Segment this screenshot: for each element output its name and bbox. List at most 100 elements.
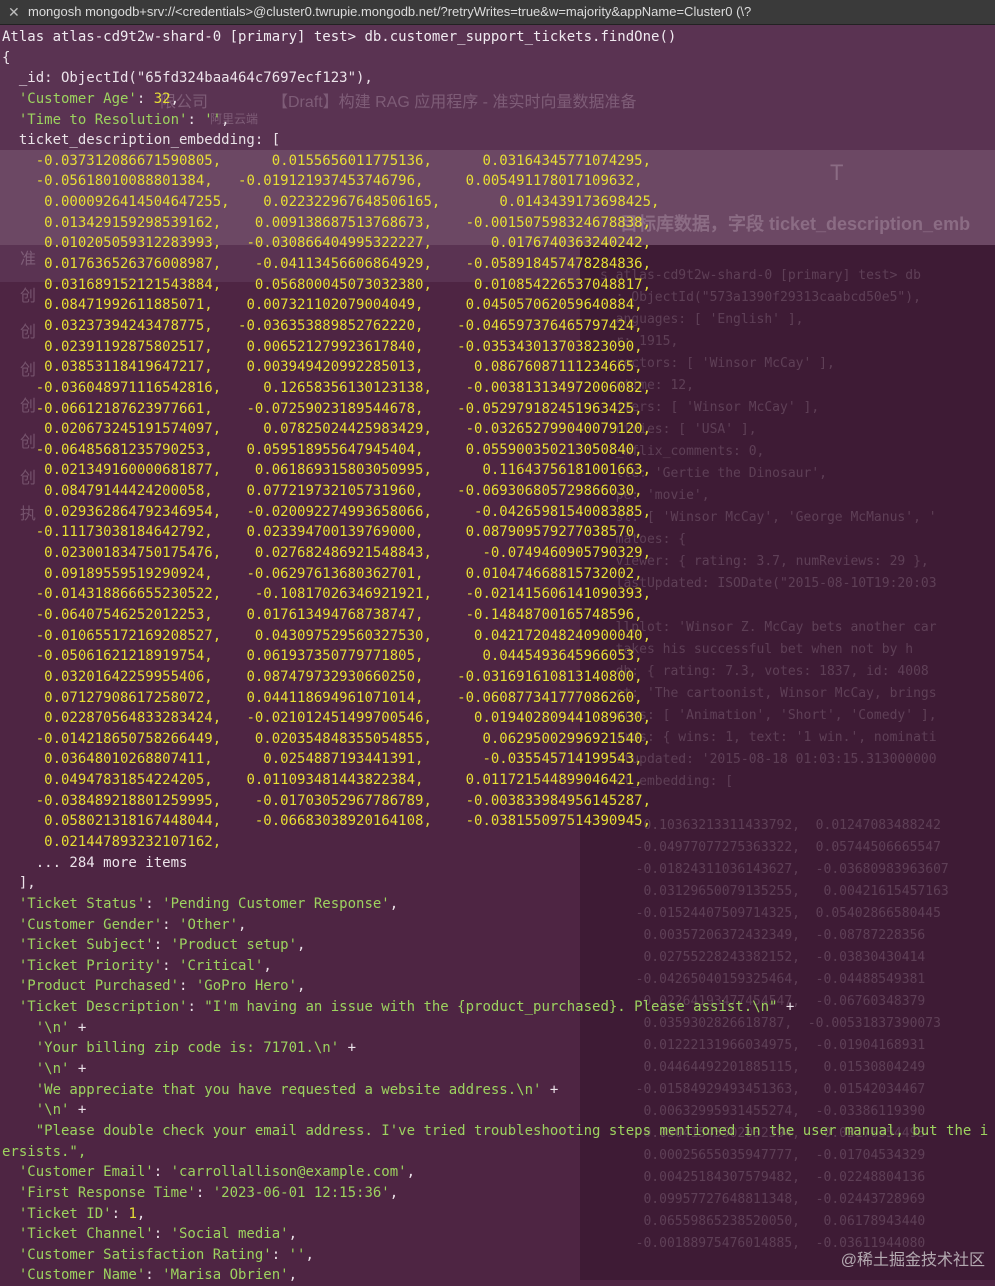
embedding-value: 0.061869315803050995, — [221, 462, 432, 479]
embedding-value: 0.031689152121543884, — [35, 276, 222, 293]
close-icon[interactable]: ✕ — [8, 0, 20, 24]
embedding-key: ticket_description_embedding — [18, 132, 255, 149]
colon: : — [187, 111, 205, 128]
embedding-value: -0.036048971116542816, — [35, 379, 222, 396]
description-line: 'Ticket Description': "I'm having an iss… — [2, 997, 995, 1018]
embedding-row: 0.0000926414504647255, 0.022322967648506… — [2, 192, 995, 213]
embedding-value: -0.037312086671590805, — [35, 152, 222, 169]
embedding-value: -0.060877341777086260, — [423, 689, 643, 706]
embedding-value: 0.006521279923617840, — [212, 338, 424, 355]
embedding-value: 0.003949420992285013, — [212, 359, 424, 376]
comma: , — [238, 916, 247, 933]
embedding-value: -0.031691610813140800, — [423, 668, 643, 685]
window-title: mongosh mongodb+srv://<credentials>@clus… — [28, 4, 752, 19]
embedding-value: 0.03201642259955406, — [35, 668, 213, 685]
embedding-row: 0.07127908617258072, 0.04411869496107101… — [2, 688, 995, 709]
field-value: 'Social media' — [170, 1226, 289, 1243]
field-key: 'Customer Email' — [18, 1164, 154, 1181]
field-fields_bottom-3: 'Ticket Channel': 'Social media', — [2, 1224, 995, 1245]
colon: : — [153, 937, 171, 954]
description-line: "Please double check your email address.… — [2, 1121, 995, 1142]
field-key: 'First Response Time' — [18, 1184, 196, 1201]
description-part: '\n' — [35, 1019, 70, 1036]
embedding-value: -0.14848700165748596, — [423, 606, 643, 623]
embedding-value: 0.03853118419647217, — [35, 359, 213, 376]
embedding-value: 0.056800045073032380, — [221, 276, 432, 293]
embedding-row: 0.058021318167448044, -0.066830389201641… — [2, 811, 995, 832]
colon: : — [111, 1205, 129, 1222]
embedding-value: 0.017613494768738747, — [212, 606, 424, 623]
embedding-value: 0.04947831854224205, — [35, 772, 213, 789]
embedding-value: -0.06407546252012253, — [35, 606, 213, 623]
field-fields_mid-4: 'Product Purchased': 'GoPro Hero', — [2, 976, 995, 997]
embedding-value: 0.029362864792346954, — [35, 503, 222, 520]
embedding-row: 0.03237394243478775, -0.0363538898527622… — [2, 316, 995, 337]
embedding-value: -0.021012451499700546, — [221, 710, 432, 727]
embedding-row: -0.036048971116542816, 0.126583561301231… — [2, 378, 995, 399]
description-part: "Please double check your email address.… — [35, 1122, 989, 1139]
embedding-value: -0.035545714199543, — [423, 751, 643, 768]
embedding-value: 0.058021318167448044, — [35, 813, 222, 830]
embedding-row: -0.038489218801259995, -0.01703052967786… — [2, 791, 995, 812]
terminal-output[interactable]: Atlas atlas-cd9t2w-shard-0 [primary] tes… — [2, 27, 995, 1286]
embedding-row: -0.05618010088801384, -0.019121937453746… — [2, 171, 995, 192]
embedding-value: 0.043097529560327530, — [221, 627, 432, 644]
embedding-value: 0.010205059312283993, — [35, 235, 222, 252]
embedding-row: 0.021447893232107162, — [2, 832, 995, 853]
field-key: 'Ticket Status' — [18, 895, 146, 912]
bracket: : [ — [254, 132, 281, 149]
embedding-row: 0.022870564833283424, -0.021012451499700… — [2, 708, 995, 729]
description-line: '\n' + — [2, 1059, 995, 1080]
field-key: 'Customer Name' — [18, 1267, 146, 1284]
embedding-value: 0.087909579277038570, — [423, 524, 643, 541]
field-fields_bottom-1: 'First Response Time': '2023-06-01 12:15… — [2, 1183, 995, 1204]
plus: + — [339, 1040, 357, 1057]
embedding-value: 0.023001834750175476, — [35, 545, 222, 562]
embedding-value: -0.001507598324678838, — [431, 214, 652, 231]
embedding-row: 0.013429159298539162, 0.0091386875137686… — [2, 213, 995, 234]
embedding-value: 0.044118694961071014, — [212, 689, 424, 706]
colon: : — [153, 1226, 171, 1243]
embedding-row: -0.014318866655230522, -0.10817026346921… — [2, 584, 995, 605]
embedding-row: 0.031689152121543884, 0.0568000450730323… — [2, 275, 995, 296]
embedding-value: -0.04265981540083885, — [431, 503, 652, 520]
colon: : — [162, 957, 180, 974]
field-id: _id: ObjectId("65fd324baa464c7697ecf123"… — [2, 68, 995, 89]
field-fields_top-1: 'Time to Resolution': '', — [2, 110, 995, 131]
embedding-value: -0.014218650758266449, — [35, 730, 222, 747]
embedding-value: 0.0254887193441391, — [212, 751, 424, 768]
embedding-value: 0.013429159298539162, — [35, 214, 222, 231]
embedding-value: 0.023394700139769000, — [212, 524, 424, 541]
description-part: 'Your billing zip code is: 71701.\n' — [35, 1040, 340, 1057]
colon: : — [162, 916, 180, 933]
field-key: 'Customer Gender' — [18, 916, 163, 933]
embedding-value: 0.11643756181001663, — [431, 462, 652, 479]
embedding-row: 0.03853118419647217, 0.00394942099228501… — [2, 357, 995, 378]
plus: + — [777, 999, 795, 1016]
comma: , — [221, 111, 230, 128]
window-titlebar: ✕ mongosh mongodb+srv://<credentials>@cl… — [0, 0, 995, 25]
field-fields_mid-0: 'Ticket Status': 'Pending Customer Respo… — [2, 894, 995, 915]
field-value: 'Critical' — [179, 957, 264, 974]
embedding-value: 0.02391192875802517, — [35, 338, 213, 355]
description-wrap-text: ersists.", — [2, 1143, 87, 1160]
description-part: '\n' — [35, 1102, 70, 1119]
embedding-value: 0.005491178017109632, — [423, 173, 643, 190]
embedding-value: 0.021349160000681877, — [35, 462, 222, 479]
